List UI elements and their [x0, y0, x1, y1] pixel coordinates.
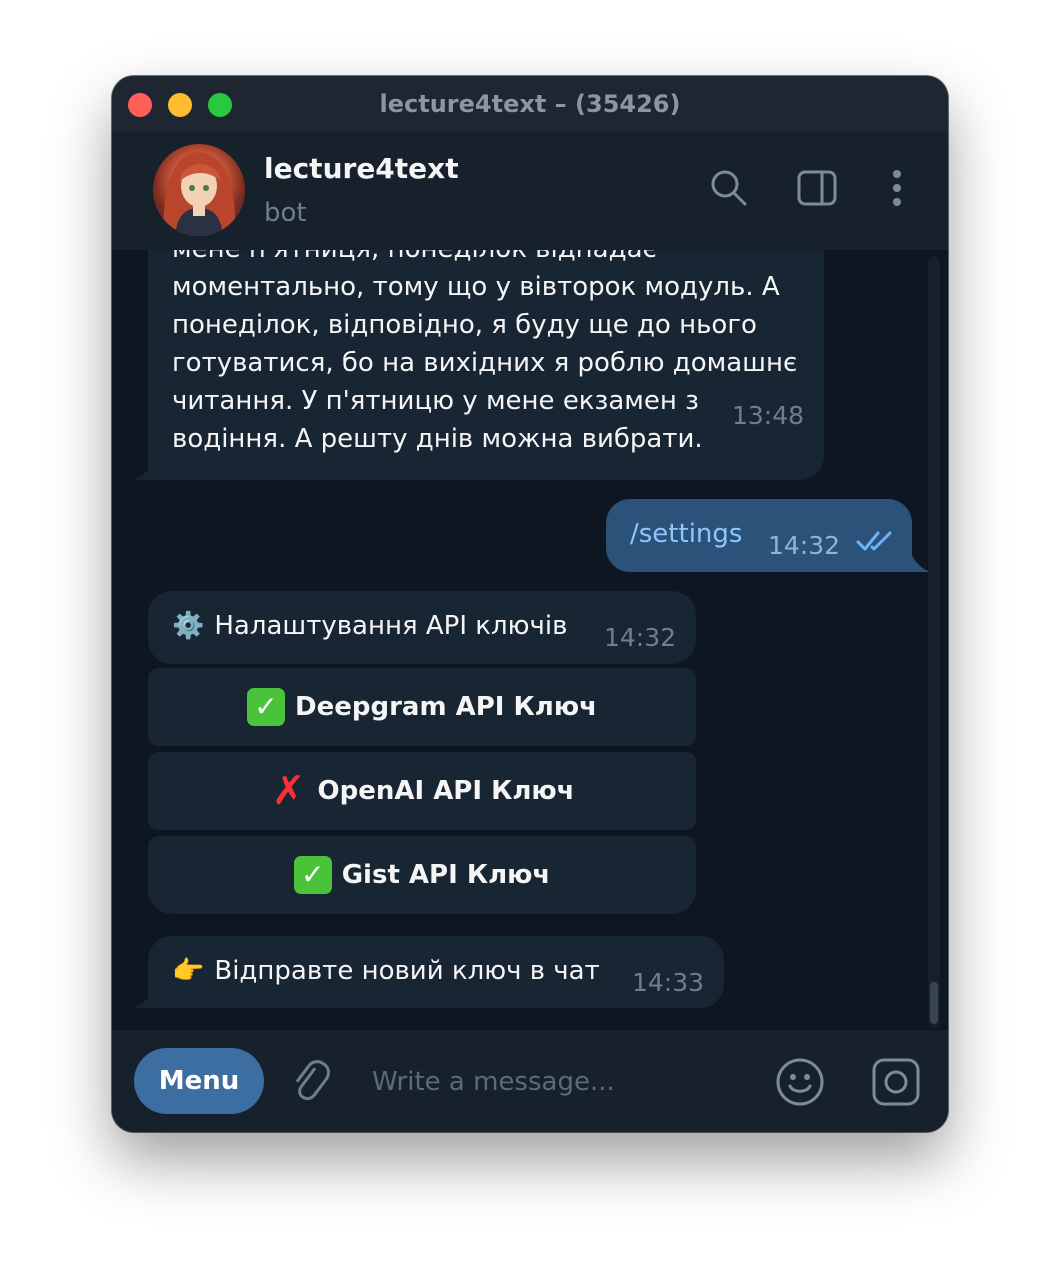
message-input[interactable]	[370, 1056, 764, 1108]
chat-name[interactable]: lecture4text	[264, 152, 459, 185]
message-text: /settings	[630, 519, 743, 549]
outgoing-message[interactable]: /settings 14:32	[606, 499, 912, 572]
message-list[interactable]: мене п'ятниця, понеділок відпадає момент…	[112, 250, 948, 1030]
search-icon[interactable]	[709, 168, 749, 208]
avatar[interactable]	[153, 144, 245, 236]
camera-icon[interactable]	[870, 1056, 922, 1108]
scrollbar[interactable]	[928, 256, 940, 1028]
prompt-text: Відправте новий ключ в чат	[214, 956, 600, 986]
scrollbar-thumb[interactable]	[930, 982, 938, 1024]
message-time: 14:32	[604, 623, 677, 652]
sidebar-toggle-icon[interactable]	[797, 168, 837, 208]
message-text: мене п'ятниця, понеділок відпадає момент…	[172, 250, 798, 454]
deepgram-key-button[interactable]: ✓ Deepgram API Ключ	[148, 668, 696, 746]
message-time: 14:33	[632, 968, 705, 997]
composer: Menu	[112, 1030, 948, 1132]
window-title: lecture4text – (35426)	[379, 90, 681, 118]
titlebar: lecture4text – (35426)	[112, 76, 948, 132]
message-time: 13:48	[732, 401, 805, 430]
incoming-message[interactable]: ⚙️ Налаштування API ключів 14:32	[148, 591, 696, 664]
button-label: Deepgram API Ключ	[295, 692, 597, 722]
incoming-message[interactable]: 👉 Відправте новий ключ в чат 14:33	[148, 936, 724, 1008]
app-window: lecture4text – (35426) lecture4text bot	[112, 76, 948, 1132]
check-mark-icon: ✓	[247, 688, 286, 726]
cross-mark-icon: ✗	[271, 768, 306, 814]
incoming-message[interactable]: мене п'ятниця, понеділок відпадає момент…	[148, 250, 824, 480]
bubble-tail-icon	[132, 986, 154, 1008]
double-check-icon	[856, 531, 892, 551]
chat-header: lecture4text bot	[112, 132, 948, 250]
avatar-illustration-icon	[163, 152, 236, 236]
chat-status: bot	[264, 198, 307, 228]
message-text: ⚙️ Налаштування API ключів	[172, 607, 567, 645]
button-label: OpenAI API Ключ	[317, 776, 575, 806]
attach-icon[interactable]	[286, 1058, 334, 1106]
gear-icon: ⚙️	[172, 611, 205, 641]
settings-title: Налаштування API ключів	[214, 611, 568, 641]
pointing-hand-icon: 👉	[172, 956, 205, 986]
message-time: 14:32	[768, 531, 841, 560]
message-text: 👉 Відправте новий ключ в чат	[172, 952, 600, 990]
menu-button[interactable]: Menu	[134, 1048, 264, 1114]
button-label: Gist API Ключ	[341, 860, 551, 890]
check-mark-icon: ✓	[293, 856, 332, 894]
emoji-icon[interactable]	[774, 1056, 826, 1108]
openai-key-button[interactable]: ✗ OpenAI API Ключ	[148, 752, 696, 830]
gist-key-button[interactable]: ✓ Gist API Ключ	[148, 836, 696, 914]
bubble-tail-icon	[132, 458, 154, 480]
more-vertical-icon[interactable]	[877, 168, 917, 208]
